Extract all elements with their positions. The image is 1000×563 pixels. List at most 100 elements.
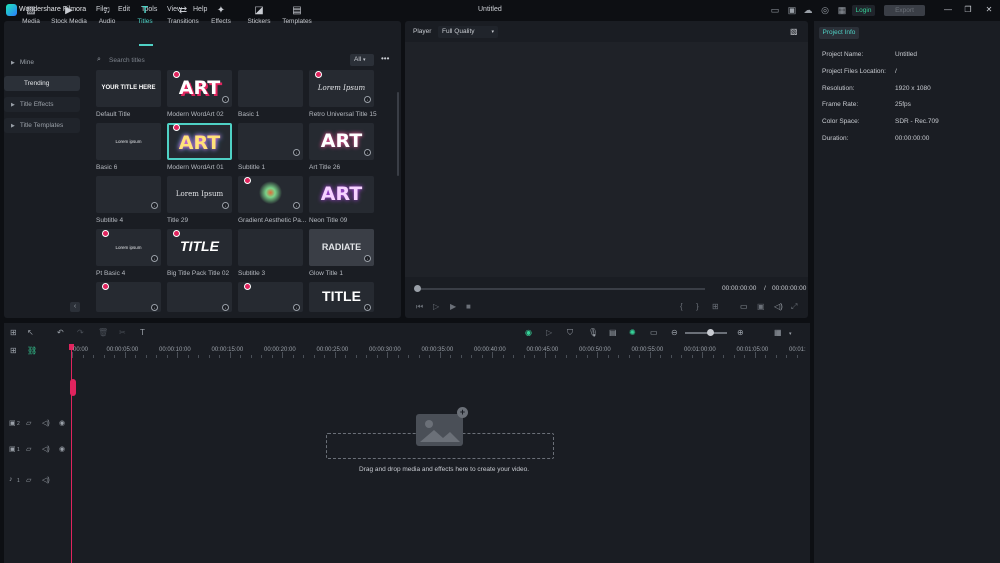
tab-project-info[interactable]: Project Info — [819, 27, 859, 39]
more-options-icon[interactable]: ••• — [381, 54, 389, 63]
tab-effects[interactable]: ✦ Effects — [203, 5, 239, 27]
download-icon[interactable]: ↓ — [222, 304, 229, 311]
sidebar-item-title-effects[interactable]: ▶ Title Effects — [4, 97, 80, 112]
filter-select[interactable]: All ▾ — [350, 54, 374, 66]
download-icon[interactable]: ↓ — [293, 304, 300, 311]
fullscreen-icon[interactable]: ⤢ — [791, 302, 797, 312]
ruler-tick — [576, 355, 577, 358]
collapse-sidebar-button[interactable]: ‹ — [70, 302, 80, 312]
add-track-icon[interactable]: ⊞ — [10, 346, 17, 355]
eye-icon[interactable]: ◉ — [59, 445, 65, 453]
download-icon[interactable]: ↓ — [364, 255, 371, 262]
close-icon[interactable]: ✕ — [984, 5, 994, 15]
library-scrollbar[interactable] — [397, 92, 399, 176]
save-icon[interactable]: ▣ — [787, 5, 797, 15]
tab-titles[interactable]: T Titles — [127, 5, 163, 27]
ruler-tick — [523, 355, 525, 358]
export-button[interactable]: Export — [884, 5, 925, 16]
ruler-tick-label: 00:00:50:00 — [579, 347, 611, 353]
download-icon[interactable]: ↓ — [293, 149, 300, 156]
layout-switch-icon[interactable]: ⊞ — [10, 328, 17, 337]
mark-out-icon[interactable]: } — [696, 302, 699, 311]
tab-audio[interactable]: ♫ Audio — [89, 5, 125, 27]
tab-stickers[interactable]: ◪ Stickers — [241, 5, 277, 27]
timeline-grid-icon[interactable]: ▦ — [774, 328, 782, 337]
playhead-handle[interactable] — [70, 379, 76, 396]
zoom-out-icon[interactable]: ⊖ — [671, 328, 678, 337]
link-icon[interactable]: ⛓ — [27, 346, 37, 355]
tab-transitions[interactable]: ⇄ Transitions — [165, 5, 201, 27]
zoom-slider[interactable] — [685, 332, 727, 334]
render-icon[interactable]: ▷ — [546, 328, 552, 337]
sidebar-item-title-templates[interactable]: ▶ Title Templates — [4, 118, 80, 133]
previous-frame-icon[interactable]: ⏮ — [416, 302, 423, 312]
eye-icon[interactable]: ◉ — [59, 419, 65, 427]
search-input[interactable]: Search titles — [94, 54, 344, 67]
display-icon[interactable]: ▭ — [740, 302, 748, 311]
text-tool-icon[interactable]: T — [140, 328, 145, 337]
folder-icon[interactable]: ▱ — [26, 476, 31, 484]
select-tool-icon[interactable]: ↖ — [27, 328, 34, 337]
playhead-line[interactable] — [71, 344, 72, 563]
play-icon[interactable]: ▶ — [450, 302, 456, 311]
title-thumbnail[interactable] — [238, 229, 303, 266]
folder-icon[interactable]: ▱ — [26, 445, 31, 453]
fit-options-icon[interactable]: ⊞ — [712, 302, 719, 311]
login-button[interactable]: Login — [852, 5, 875, 16]
playback-progress-knob[interactable] — [414, 285, 421, 292]
download-icon[interactable]: ↓ — [151, 202, 158, 209]
download-icon[interactable]: ↓ — [151, 255, 158, 262]
download-icon[interactable]: ↓ — [364, 96, 371, 103]
zoom-slider-knob[interactable] — [707, 329, 714, 336]
mute-icon[interactable]: ◁) — [42, 476, 50, 484]
snapshot-camera-icon[interactable]: ▣ — [757, 302, 765, 311]
thumbnail-text: TITLE — [180, 238, 219, 254]
layout-icon[interactable]: ▭ — [770, 5, 780, 15]
cloud-icon[interactable]: ☁ — [803, 5, 813, 15]
undo-icon[interactable]: ↶ — [57, 328, 64, 337]
title-thumbnail[interactable]: YOUR TITLE HERE — [96, 70, 161, 107]
snapshot-icon[interactable]: ▧ — [790, 27, 798, 36]
caption-icon[interactable]: ▭ — [650, 328, 658, 337]
minimize-icon[interactable]: — — [943, 5, 953, 15]
tab-templates[interactable]: ▤ Templates — [279, 5, 315, 27]
sidebar-item-mine[interactable]: ▶ Mine — [4, 55, 80, 70]
restore-icon[interactable]: ❐ — [963, 5, 973, 15]
add-media-icon[interactable]: + — [457, 407, 468, 418]
mute-icon[interactable]: ◁) — [42, 445, 50, 453]
apps-grid-icon[interactable]: ▦ — [837, 5, 847, 15]
title-thumbnail[interactable]: ART — [309, 176, 374, 213]
video-preview[interactable] — [405, 42, 808, 277]
quality-select[interactable]: Full Quality ▾ — [438, 26, 498, 38]
microphone-icon[interactable]: 🎙 — [588, 328, 598, 337]
delete-icon[interactable]: 🗑 — [98, 328, 108, 337]
snap-icon[interactable]: ✺ — [629, 328, 636, 337]
download-icon[interactable]: ↓ — [222, 202, 229, 209]
download-icon[interactable]: ↓ — [222, 96, 229, 103]
download-icon[interactable]: ↓ — [364, 149, 371, 156]
support-icon[interactable]: ◎ — [820, 5, 830, 15]
mark-in-icon[interactable]: { — [680, 302, 683, 311]
chevron-right-icon: ▶ — [11, 123, 15, 129]
download-icon[interactable]: ↓ — [293, 202, 300, 209]
cut-icon[interactable]: ✂ — [119, 328, 126, 337]
folder-icon[interactable]: ▱ — [26, 419, 31, 427]
tab-media[interactable]: ▨ Media — [13, 5, 49, 27]
shield-icon[interactable]: ⛉ — [567, 328, 573, 338]
download-icon[interactable]: ↓ — [151, 304, 158, 311]
sidebar-item-trending[interactable]: Trending — [4, 76, 80, 91]
title-thumbnail[interactable]: Lorem ipsum — [96, 123, 161, 160]
ai-tool-icon[interactable]: ◉ — [525, 328, 532, 337]
zoom-in-icon[interactable]: ⊕ — [737, 328, 744, 337]
redo-icon[interactable]: ↷ — [77, 328, 84, 337]
mute-icon[interactable]: ◁) — [42, 419, 50, 427]
title-thumbnail[interactable] — [238, 70, 303, 107]
chevron-down-icon[interactable]: ▾ — [789, 331, 792, 337]
step-back-icon[interactable]: ▷ — [433, 302, 439, 311]
download-icon[interactable]: ↓ — [364, 304, 371, 311]
volume-icon[interactable]: ◁) — [774, 302, 783, 311]
playback-progress-bar[interactable] — [417, 288, 705, 290]
marker-icon[interactable]: ▤ — [609, 328, 617, 337]
stop-icon[interactable]: ■ — [466, 302, 471, 311]
tab-stock-media[interactable]: ▶ Stock Media — [51, 5, 87, 27]
